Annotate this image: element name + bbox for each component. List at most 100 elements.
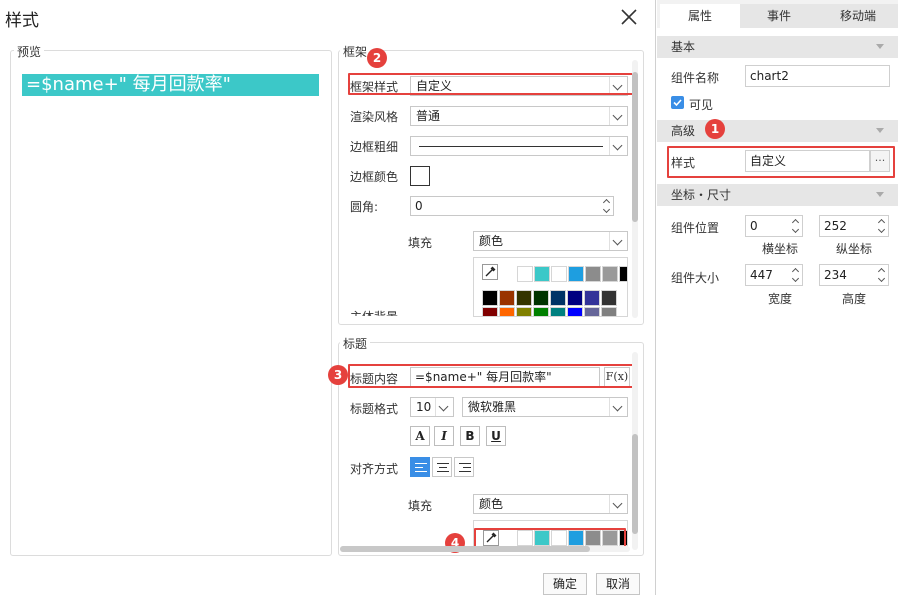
color-swatch[interactable]: [567, 290, 583, 306]
pos-y-input[interactable]: 252: [819, 215, 889, 237]
height-input[interactable]: 234: [819, 264, 889, 286]
component-name-label: 组件名称: [671, 71, 720, 85]
color-swatch[interactable]: [584, 307, 600, 316]
confirm-button[interactable]: 确定: [543, 573, 587, 595]
title-scrollbar-thumb[interactable]: [632, 434, 638, 534]
advanced-section-label: 高级: [671, 124, 696, 138]
fill-select[interactable]: 颜色: [473, 231, 628, 251]
title-format-label: 标题格式: [350, 402, 399, 416]
eyedropper-icon[interactable]: [482, 264, 498, 280]
color-swatch[interactable]: [517, 266, 533, 282]
border-width-label: 边框粗细: [350, 140, 399, 154]
preview-canvas: [22, 74, 321, 540]
tab-events[interactable]: 事件: [740, 4, 818, 28]
font-color-button[interactable]: A: [410, 426, 430, 446]
color-swatch[interactable]: [619, 266, 627, 282]
color-swatch[interactable]: [567, 307, 583, 316]
chevron-down-icon: [609, 137, 627, 155]
badge-1: 1: [705, 119, 725, 139]
underline-button[interactable]: U: [486, 426, 506, 446]
y-label: 纵坐标: [835, 242, 872, 256]
border-color-label: 边框颜色: [350, 170, 399, 184]
render-style-value: 普通: [416, 109, 441, 123]
font-family-select[interactable]: 微软雅黑: [462, 397, 628, 417]
pos-x-input[interactable]: 0: [745, 215, 803, 237]
width-label: 宽度: [767, 292, 792, 306]
highlight-title-content: [348, 364, 634, 388]
visible-checkbox[interactable]: [671, 96, 684, 109]
title-hscrollbar-thumb[interactable]: [340, 546, 590, 552]
title-scrollbar[interactable]: [632, 352, 638, 550]
color-swatch[interactable]: [550, 290, 566, 306]
frame-scrollbar[interactable]: [632, 60, 638, 318]
spinner-icon[interactable]: [876, 217, 888, 235]
style-dialog: 样式 预览 =$name+" 每月回款率" 框架 框架样式 自定义 2 渲染风格…: [0, 0, 656, 595]
tab-properties[interactable]: 属性: [660, 4, 740, 28]
color-swatch[interactable]: [533, 290, 549, 306]
advanced-section-header[interactable]: 高级: [657, 120, 898, 142]
title-fill-select[interactable]: 颜色: [473, 494, 628, 514]
title-hscrollbar[interactable]: [340, 546, 630, 552]
border-width-select[interactable]: [410, 136, 628, 156]
color-swatch[interactable]: [516, 307, 532, 316]
border-color-picker[interactable]: [410, 166, 430, 186]
x-label: 横坐标: [761, 242, 798, 256]
tab-mobile[interactable]: 移动端: [818, 4, 898, 28]
align-left-button[interactable]: [410, 457, 430, 477]
cancel-button[interactable]: 取消: [596, 573, 640, 595]
color-swatch[interactable]: [533, 307, 549, 316]
component-name-value: chart2: [750, 69, 789, 83]
color-swatch[interactable]: [584, 290, 600, 306]
theme-bg-label: 主体背景: [350, 308, 398, 316]
radius-value: 0: [415, 199, 423, 213]
font-size-value: 10: [416, 400, 432, 414]
pos-y-value: 252: [824, 219, 847, 233]
font-size-select[interactable]: 10: [410, 397, 454, 417]
chevron-down-icon: [876, 192, 884, 197]
color-swatch[interactable]: [499, 307, 515, 316]
close-icon[interactable]: [620, 8, 638, 26]
component-name-input[interactable]: chart2: [745, 65, 890, 87]
bold-button[interactable]: B: [460, 426, 480, 446]
position-label: 组件位置: [671, 221, 720, 235]
color-swatch[interactable]: [550, 307, 566, 316]
spinner-icon[interactable]: [876, 266, 888, 284]
font-family-value: 微软雅黑: [468, 400, 517, 414]
properties-body: [657, 28, 898, 595]
basic-section-header[interactable]: 基本: [657, 36, 898, 58]
color-swatch[interactable]: [601, 290, 617, 306]
color-swatch[interactable]: [482, 307, 498, 316]
align-right-button[interactable]: [454, 457, 474, 477]
fill-value: 颜色: [479, 234, 504, 248]
chevron-down-icon: [609, 398, 627, 416]
coord-section-header[interactable]: 坐标・尺寸: [657, 184, 898, 206]
color-swatch[interactable]: [601, 307, 617, 316]
color-swatch[interactable]: [602, 266, 618, 282]
frame-label: 框架: [340, 43, 371, 60]
color-swatch[interactable]: [585, 266, 601, 282]
align-center-button[interactable]: [432, 457, 452, 477]
title-section-label: 标题: [340, 335, 371, 352]
color-swatch[interactable]: [499, 290, 515, 306]
render-style-select[interactable]: 普通: [410, 106, 628, 126]
spinner-icon[interactable]: [790, 217, 802, 235]
color-swatch[interactable]: [568, 266, 584, 282]
spinner-icon[interactable]: [790, 266, 802, 284]
frame-scrollbar-thumb[interactable]: [632, 72, 638, 222]
italic-button[interactable]: I: [434, 426, 454, 446]
chevron-down-icon: [435, 398, 453, 416]
dialog-title: 样式: [5, 11, 39, 31]
radius-input[interactable]: 0: [410, 196, 614, 216]
title-fill-label: 填充: [408, 499, 433, 513]
fill-label: 填充: [408, 236, 433, 250]
color-swatch[interactable]: [551, 266, 567, 282]
height-label: 高度: [841, 292, 866, 306]
color-swatch[interactable]: [534, 266, 550, 282]
width-input[interactable]: 447: [745, 264, 803, 286]
preview-label: 预览: [14, 43, 45, 60]
color-swatch[interactable]: [482, 290, 498, 306]
chevron-down-icon: [876, 128, 884, 133]
color-swatch[interactable]: [516, 290, 532, 306]
spinner-icon[interactable]: [601, 197, 613, 215]
basic-section-label: 基本: [671, 40, 696, 54]
